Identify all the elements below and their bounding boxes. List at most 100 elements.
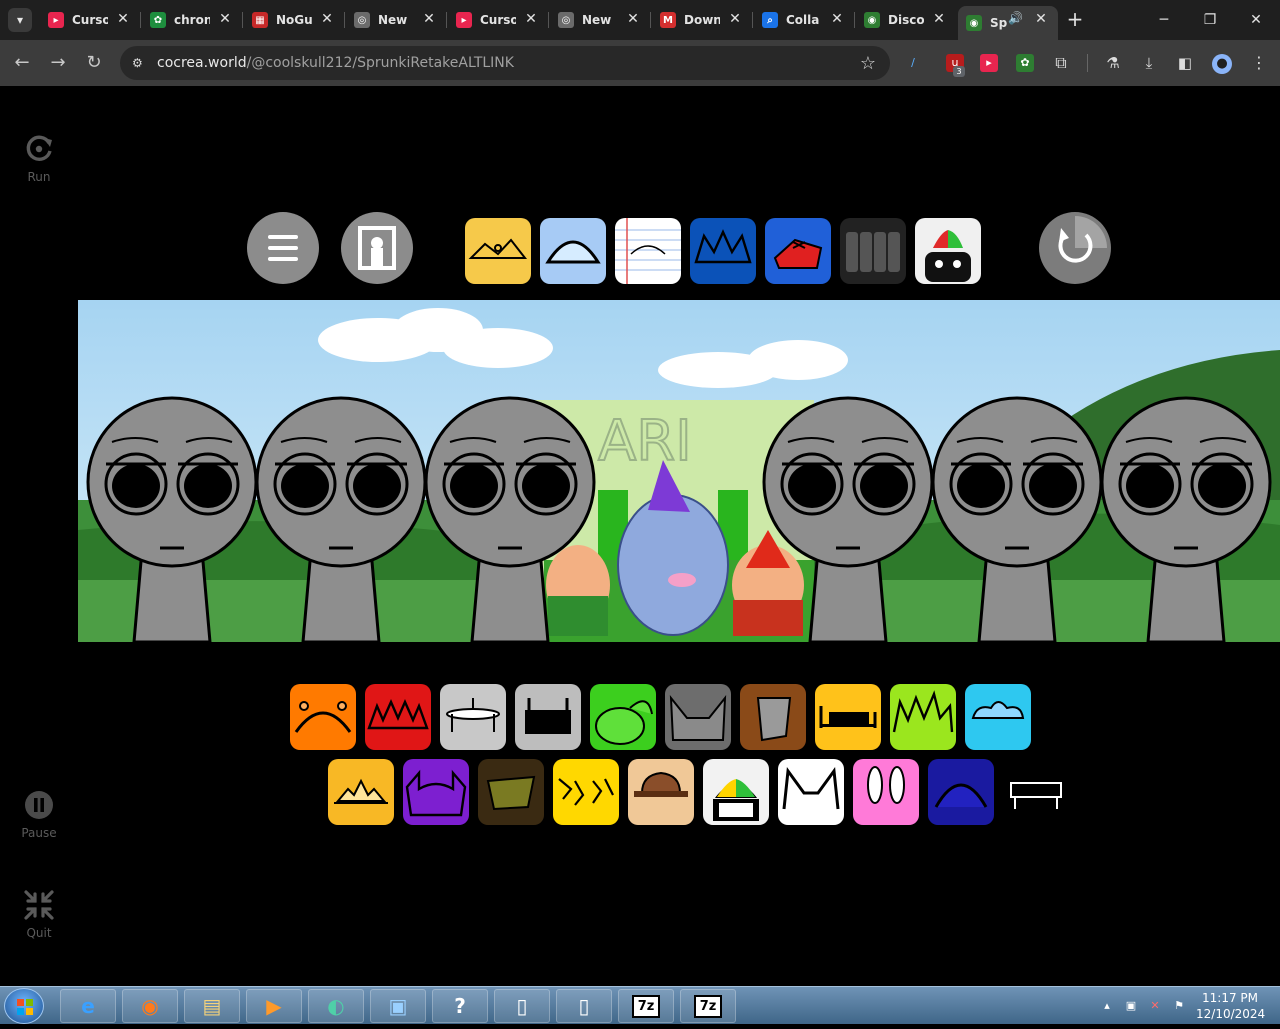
sprunki-character[interactable] — [1100, 396, 1272, 642]
sound-tile-grey-visor[interactable] — [515, 684, 581, 750]
sound-tile-yellow-cracks[interactable] — [553, 759, 619, 825]
browser-tab[interactable]: ◉ Disco ✕ — [856, 6, 956, 34]
tab-close-icon[interactable]: ✕ — [1032, 10, 1050, 28]
sprunki-character[interactable] — [424, 396, 596, 642]
taskbar-app-doc[interactable]: ▯ — [556, 989, 612, 1023]
taskbar-clock[interactable]: 11:17 PM 12/10/2024 — [1196, 990, 1265, 1022]
site-info-icon[interactable]: ⚙ — [132, 55, 148, 71]
browser-tab[interactable]: ▸ Curso ✕ — [40, 6, 140, 34]
taskbar-app-explorer[interactable]: ▤ — [184, 989, 240, 1023]
tab-close-icon[interactable]: ✕ — [420, 10, 438, 28]
sound-tile-olive-bowl[interactable] — [478, 759, 544, 825]
cursor-extension-icon[interactable]: ▸ — [980, 54, 998, 72]
sound-tile-brown-bucket[interactable] — [740, 684, 806, 750]
character-mode-button[interactable] — [341, 212, 413, 284]
green-extension-icon[interactable]: ✿ — [1016, 54, 1034, 72]
menu-kebab-icon[interactable]: ⋮ — [1250, 54, 1268, 72]
browser-tab[interactable]: ◎ New ✕ — [550, 6, 650, 34]
volume-muted-icon[interactable]: ✕ — [1148, 999, 1162, 1013]
tab-label: chron — [174, 13, 210, 27]
browser-tab[interactable]: ⌕ Colla ✕ — [754, 6, 854, 34]
tab-close-icon[interactable]: ✕ — [216, 10, 234, 28]
sound-tile-grey-saucer[interactable] — [440, 684, 506, 750]
taskbar-app-ie[interactable]: e — [60, 989, 116, 1023]
action-center-flag-icon[interactable]: ⚑ — [1172, 999, 1186, 1013]
sound-tile-lime-spikes[interactable] — [890, 684, 956, 750]
sound-tile-red-house[interactable] — [765, 218, 831, 284]
sound-tile-propeller-cap[interactable] — [703, 759, 769, 825]
side-panel-icon[interactable]: ◧ — [1176, 54, 1194, 72]
browser-tab[interactable]: ✿ chron ✕ — [142, 6, 242, 34]
pen-extension-icon[interactable]: ∕ — [904, 54, 922, 72]
taskbar-app-media[interactable]: ▶ — [246, 989, 302, 1023]
tab-close-icon[interactable]: ✕ — [522, 10, 540, 28]
sound-tile-yellow-crown[interactable] — [465, 218, 531, 284]
sound-tile-navy-dome[interactable] — [928, 759, 994, 825]
tab-close-icon[interactable]: ✕ — [828, 10, 846, 28]
sound-tile-purple-horns[interactable] — [403, 759, 469, 825]
taskbar-app-7z[interactable]: 7z — [618, 989, 674, 1023]
minimize-button[interactable]: ─ — [1152, 8, 1176, 32]
menu-button[interactable] — [247, 212, 319, 284]
sound-tile-bench-outline[interactable] — [1003, 759, 1069, 825]
sound-tile-dark-figures[interactable] — [840, 218, 906, 284]
sound-tile-cyan-cloud[interactable] — [965, 684, 1031, 750]
address-bar[interactable]: ⚙ cocrea.world/@coolskull212/SprunkiReta… — [120, 46, 890, 80]
labs-flask-icon[interactable]: ⚗ — [1104, 54, 1122, 72]
reload-button[interactable]: ↻ — [81, 50, 107, 76]
download-icon[interactable]: ⤓ — [1140, 54, 1158, 72]
taskbar-app-firefox[interactable]: ◉ — [122, 989, 178, 1023]
sound-tile-propeller-cat[interactable] — [915, 218, 981, 284]
sound-tile-green-leaf[interactable] — [590, 684, 656, 750]
close-window-button[interactable]: ✕ — [1244, 8, 1268, 32]
tab-favicon-icon: ✿ — [150, 12, 166, 28]
tab-close-icon[interactable]: ✕ — [318, 10, 336, 28]
bookmark-star-icon[interactable]: ☆ — [860, 53, 876, 74]
restore-button[interactable]: ❐ — [1198, 8, 1222, 32]
start-button[interactable] — [4, 988, 44, 1024]
taskbar-app-chrome[interactable]: ◐ — [308, 989, 364, 1023]
tab-close-icon[interactable]: ✕ — [624, 10, 642, 28]
sound-tile-dark-grey-ears[interactable] — [665, 684, 731, 750]
sound-tile-notebook-paper[interactable] — [615, 218, 681, 284]
taskbar-app-remote[interactable]: ▣ — [370, 989, 426, 1023]
network-icon[interactable]: ▣ — [1124, 999, 1138, 1013]
sound-tile-yellow-bed[interactable] — [815, 684, 881, 750]
browser-tab[interactable]: ▦ NoGu ✕ — [244, 6, 344, 34]
sprunki-character[interactable] — [255, 396, 427, 642]
run-button[interactable]: Run — [14, 132, 64, 184]
quit-button[interactable]: Quit — [14, 888, 64, 940]
pause-button[interactable]: Pause — [14, 788, 64, 840]
sound-tile-pink-bunny[interactable] — [853, 759, 919, 825]
sprunki-character[interactable] — [86, 396, 258, 642]
sound-tile-white-cat-ears[interactable] — [778, 759, 844, 825]
sound-tile-dark-blue-crown[interactable] — [690, 218, 756, 284]
tab-close-icon[interactable]: ✕ — [114, 10, 132, 28]
url-text[interactable]: cocrea.world/@coolskull212/SprunkiRetake… — [157, 55, 514, 71]
forward-button[interactable]: → — [45, 50, 71, 76]
reset-button[interactable] — [1039, 212, 1111, 284]
sound-tile-tan-hat[interactable] — [628, 759, 694, 825]
new-tab-button[interactable]: + — [1064, 8, 1086, 30]
sprunki-character[interactable] — [762, 396, 934, 642]
taskbar-app-doc[interactable]: ▯ — [494, 989, 550, 1023]
tray-arrow-icon[interactable]: ▴ — [1100, 999, 1114, 1013]
browser-tab[interactable]: ◉ Sp ✕ 🔊 — [958, 6, 1058, 40]
back-button[interactable]: ← — [9, 50, 35, 76]
tab-search-button[interactable]: ▾ — [8, 8, 32, 32]
sprunki-character[interactable] — [931, 396, 1103, 642]
sound-tile-orange-headband[interactable] — [290, 684, 356, 750]
profile-avatar-icon[interactable]: ● — [1212, 54, 1232, 74]
tab-close-icon[interactable]: ✕ — [930, 10, 948, 28]
tab-close-icon[interactable]: ✕ — [726, 10, 744, 28]
tab-audio-icon[interactable]: 🔊 — [1008, 11, 1023, 25]
browser-tab[interactable]: ▸ Curso ✕ — [448, 6, 548, 34]
sound-tile-blue-dome[interactable] — [540, 218, 606, 284]
browser-tab[interactable]: ◎ New ✕ — [346, 6, 446, 34]
sound-tile-orange-sun[interactable] — [328, 759, 394, 825]
taskbar-app-7z[interactable]: 7z — [680, 989, 736, 1023]
browser-tab[interactable]: M Down ✕ — [652, 6, 752, 34]
taskbar-app-help[interactable]: ? — [432, 989, 488, 1023]
sound-tile-red-spikes[interactable] — [365, 684, 431, 750]
extensions-puzzle-icon[interactable]: ⧉ — [1052, 54, 1070, 72]
